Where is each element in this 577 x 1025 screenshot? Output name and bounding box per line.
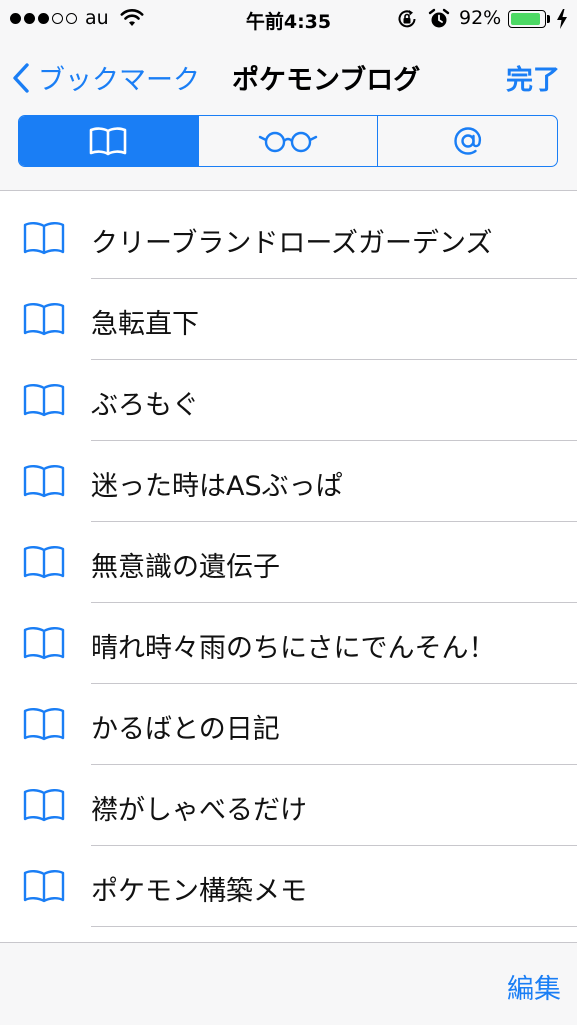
bookmark-book-icon: [22, 544, 66, 584]
bookmark-row[interactable]: 晴れ時々雨のちにさにでんそん！: [0, 603, 577, 684]
bookmark-list: クリーブランドローズガーデンズ 急転直下ぶろもぐ迷った時はASぶっぱ 無意識の遺伝子…: [0, 198, 577, 927]
bookmark-title: 晴れ時々雨のちにさにでんそん！: [91, 633, 496, 664]
bottom-toolbar: 編集: [0, 942, 577, 1025]
segment-shared-links[interactable]: [377, 116, 557, 166]
bookmark-row[interactable]: ぶろもぐ: [0, 360, 577, 441]
segment-reading-list[interactable]: [197, 116, 378, 166]
bookmark-title: 襟がしゃべるだけ: [91, 795, 307, 826]
bookmark-row[interactable]: かるばとの日記: [0, 684, 577, 765]
rotation-lock-icon: [396, 8, 418, 35]
edit-button[interactable]: 編集: [507, 967, 561, 1006]
bookmark-title: ポケモン構築メモ: [91, 876, 307, 907]
bookmark-row[interactable]: 迷った時はASぶっぱ: [0, 441, 577, 522]
segment-bookmarks[interactable]: [19, 116, 198, 166]
bookmarks-segmented-control: [18, 115, 558, 167]
status-bar: au 午前4:35 92%: [0, 0, 577, 40]
charging-bolt-icon: [556, 9, 568, 34]
bookmark-row[interactable]: 襟がしゃべるだけ: [0, 765, 577, 846]
bookmark-book-icon: [22, 787, 66, 827]
bookmark-row[interactable]: 急転直下: [0, 279, 577, 360]
bookmarks-book-icon: [90, 127, 127, 156]
alarm-icon: [428, 8, 450, 35]
battery-icon: [508, 10, 546, 28]
bookmark-book-icon: [22, 463, 66, 503]
bookmark-row[interactable]: 無意識の遺伝子: [0, 522, 577, 603]
page-title: ポケモンブログ: [232, 65, 421, 96]
bookmark-title: 無意識の遺伝子: [91, 552, 280, 583]
bookmark-title: ぶろもぐ: [91, 390, 199, 421]
bookmark-book-icon: [22, 868, 66, 908]
reading-list-glasses-icon: [258, 131, 318, 153]
battery-percent: 92%: [459, 7, 502, 29]
row-separator: [91, 926, 577, 927]
done-button[interactable]: 完了: [506, 58, 560, 97]
bookmark-book-icon: [22, 625, 66, 665]
chevron-left-icon: [13, 62, 29, 93]
battery-level-fill: [511, 13, 541, 25]
bookmark-row[interactable]: ポケモン構築メモ: [0, 846, 577, 927]
bookmark-title: 急転直下: [91, 309, 199, 340]
top-bar-area: au 午前4:35 92% ブックマーク ポケモンブログ 完了: [0, 0, 577, 191]
battery-tip: [547, 15, 550, 23]
shared-links-at-icon: [453, 127, 481, 155]
bookmark-row[interactable]: クリーブランドローズガーデンズ: [0, 198, 577, 279]
bookmark-title: クリーブランドローズガーデンズ: [91, 228, 493, 259]
bookmark-book-icon: [22, 382, 66, 422]
bookmark-title: 迷った時はASぶっぱ: [91, 471, 343, 502]
bookmark-title: かるばとの日記: [91, 714, 280, 745]
bookmark-book-icon: [22, 706, 66, 746]
bookmark-book-icon: [22, 301, 66, 341]
navigation-bar: ブックマーク ポケモンブログ 完了: [0, 44, 577, 104]
back-button-label: ブックマーク: [38, 65, 200, 96]
back-button[interactable]: ブックマーク: [12, 58, 200, 97]
bookmark-book-icon: [22, 220, 66, 260]
